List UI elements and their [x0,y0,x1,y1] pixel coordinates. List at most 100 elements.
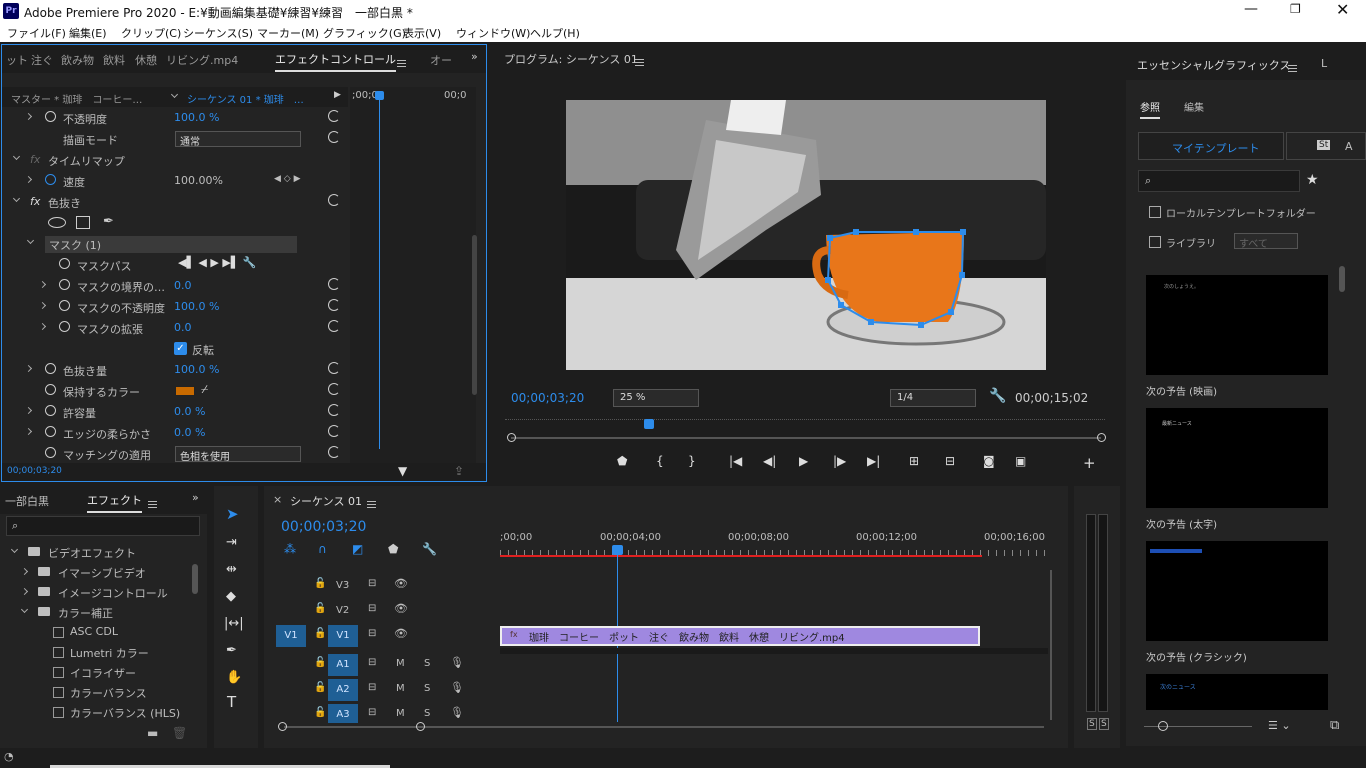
effect-folder-image-control[interactable]: イメージコントロール [8,583,198,603]
amount-value[interactable]: 100.0 % [174,363,219,376]
local-folder-checkbox[interactable] [1149,206,1161,218]
solo-right-button[interactable]: S [1099,718,1109,730]
stopwatch-icon[interactable] [59,321,70,332]
zoom-bar[interactable] [511,437,1101,439]
lock-icon[interactable]: 🔓 [314,578,326,589]
mask-opacity-value[interactable]: 100.0 % [174,300,219,313]
expand-icon[interactable] [24,175,33,184]
trash-icon[interactable]: 🗑 [172,726,187,740]
expand-icon[interactable] [24,406,33,415]
pen-mask-icon[interactable]: ✒ [103,214,114,229]
mask-expand-value[interactable]: 0.0 [174,321,192,334]
reset-icon[interactable] [328,425,340,437]
source-v1-button[interactable]: V1 [276,625,306,647]
reset-icon[interactable] [328,320,340,332]
stopwatch-icon[interactable] [59,258,70,269]
graphics-search-input[interactable]: ⌕ [1138,170,1300,192]
mark-in-icon[interactable]: { [656,454,664,468]
solo-icon[interactable]: S [424,683,430,694]
stopwatch-icon[interactable] [45,363,56,374]
menu-edit[interactable]: 編集(E) [69,25,107,41]
expand-icon[interactable] [24,364,33,373]
graphics-extra-tab[interactable]: L [1321,57,1327,70]
sequence-clip-label[interactable]: シーケンス 01 * 珈琲 … [187,91,304,106]
program-scrub-bar[interactable] [505,419,1105,427]
filter-icon[interactable]: ▼ [398,464,407,478]
stopwatch-icon[interactable] [45,111,56,122]
mute-icon[interactable]: M [396,708,405,719]
effect-folder-immersive[interactable]: イマーシブビデオ [8,563,198,583]
hand-tool-icon[interactable]: ✋ [226,671,242,684]
mic-icon[interactable]: 🎙 [450,656,464,669]
expand-icon[interactable] [24,112,33,121]
track-select-tool-icon[interactable]: ⇥ [226,536,237,549]
lock-icon[interactable]: 🔓 [314,628,326,639]
lock-icon[interactable]: 🔓 [314,707,326,718]
reset-icon[interactable] [328,110,340,122]
lock-icon[interactable]: 🔓 [314,657,326,668]
tab-edit[interactable]: 編集 [1184,99,1204,114]
timeline-settings-icon[interactable]: 🔧 [422,542,437,556]
new-item-icon[interactable]: ⧉ [1330,718,1339,733]
zoom-handle-right[interactable] [1097,433,1106,442]
go-to-out-icon[interactable]: ▶| [867,454,880,468]
status-icon[interactable]: ◔ [4,750,14,763]
mask-feather-value[interactable]: 0.0 [174,279,192,292]
timeline-menu-icon[interactable] [367,500,376,508]
video-frame[interactable] [566,100,1046,370]
play-arrow-icon[interactable]: ▶ [334,90,341,100]
rectangle-mask-icon[interactable] [76,216,90,229]
program-timecode[interactable]: 00;00;03;20 [511,391,584,405]
step-forward-icon[interactable]: |▶ [833,454,846,468]
thumb-size-handle[interactable] [1158,721,1168,731]
reset-icon[interactable] [328,299,340,311]
track-a3-label[interactable]: A3 [328,704,358,723]
collapse-icon[interactable] [12,194,21,203]
razor-tool-icon[interactable]: ◆ [226,590,236,603]
go-to-in-icon[interactable]: |◀ [729,454,742,468]
tab-pot[interactable]: ット [6,52,28,68]
timeline-ruler[interactable]: ;00;00 00;00;04;00 00;00;08;00 00;00;12;… [500,530,1048,560]
timeline-title[interactable]: シーケンス 01 [290,493,362,509]
add-marker-icon[interactable]: ⬟ [617,454,627,468]
keyframe-nav-icon[interactable]: ◀ ◇ ▶ [274,174,301,184]
lock-icon[interactable]: 🔓 [314,682,326,693]
track-a2-label[interactable]: A2 [328,679,358,701]
track-v1-label[interactable]: V1 [328,625,358,647]
mini-playhead[interactable] [379,91,380,449]
timeline-v-scroll[interactable] [1050,570,1052,720]
sync-lock-icon[interactable]: ⊟ [368,628,376,639]
tab-living[interactable]: リビング.mp4 [166,52,238,68]
effect-timecode[interactable]: 00;00;03;20 [7,466,62,476]
slip-tool-icon[interactable]: |↔| [224,617,244,630]
lock-icon[interactable]: 🔓 [314,603,326,614]
tolerance-value[interactable]: 0.0 % [174,405,205,418]
stopwatch-active-icon[interactable] [45,174,56,185]
solo-icon[interactable]: S [424,658,430,669]
snap-icon[interactable]: ∩ [318,542,327,556]
effect-item-lumetri[interactable]: Lumetri カラー [8,643,198,663]
eye-icon[interactable]: 👁 [394,602,408,615]
timeline-timecode[interactable]: 00;00;03;20 [281,519,366,535]
stock-button[interactable]: St A [1286,132,1366,160]
h-scroll-handle-left[interactable] [278,722,287,731]
match-select[interactable]: 色相を使用 [175,446,301,463]
tab-effect-controls[interactable]: エフェクトコントロール [275,51,396,72]
track-v2-label[interactable]: V2 [336,605,349,616]
clip-v1[interactable]: fx 珈琲 コーヒー ポット 注ぐ 飲み物 飲料 休憩 リビング.mp4 [500,626,980,646]
type-tool-icon[interactable]: T [227,695,236,710]
master-clip-label[interactable]: マスター * 珈琲 コーヒー… [11,91,142,106]
solo-icon[interactable]: S [424,708,430,719]
template-thumb-1[interactable]: 次のしょうえ。 [1146,275,1328,375]
sync-lock-icon[interactable]: ⊟ [368,657,376,668]
tab-audio[interactable]: オー [430,52,452,68]
program-playhead[interactable] [644,419,654,429]
reset-icon[interactable] [328,404,340,416]
opacity-value[interactable]: 100.0 % [174,111,219,124]
reset-icon[interactable] [328,278,340,290]
zoom-select[interactable]: 25 % [613,389,699,407]
sync-lock-icon[interactable]: ⊟ [368,682,376,693]
selection-tool-icon[interactable]: ➤ [226,507,239,522]
pen-tool-icon[interactable]: ✒ [226,644,237,657]
h-scroll-handle-right[interactable] [416,722,425,731]
